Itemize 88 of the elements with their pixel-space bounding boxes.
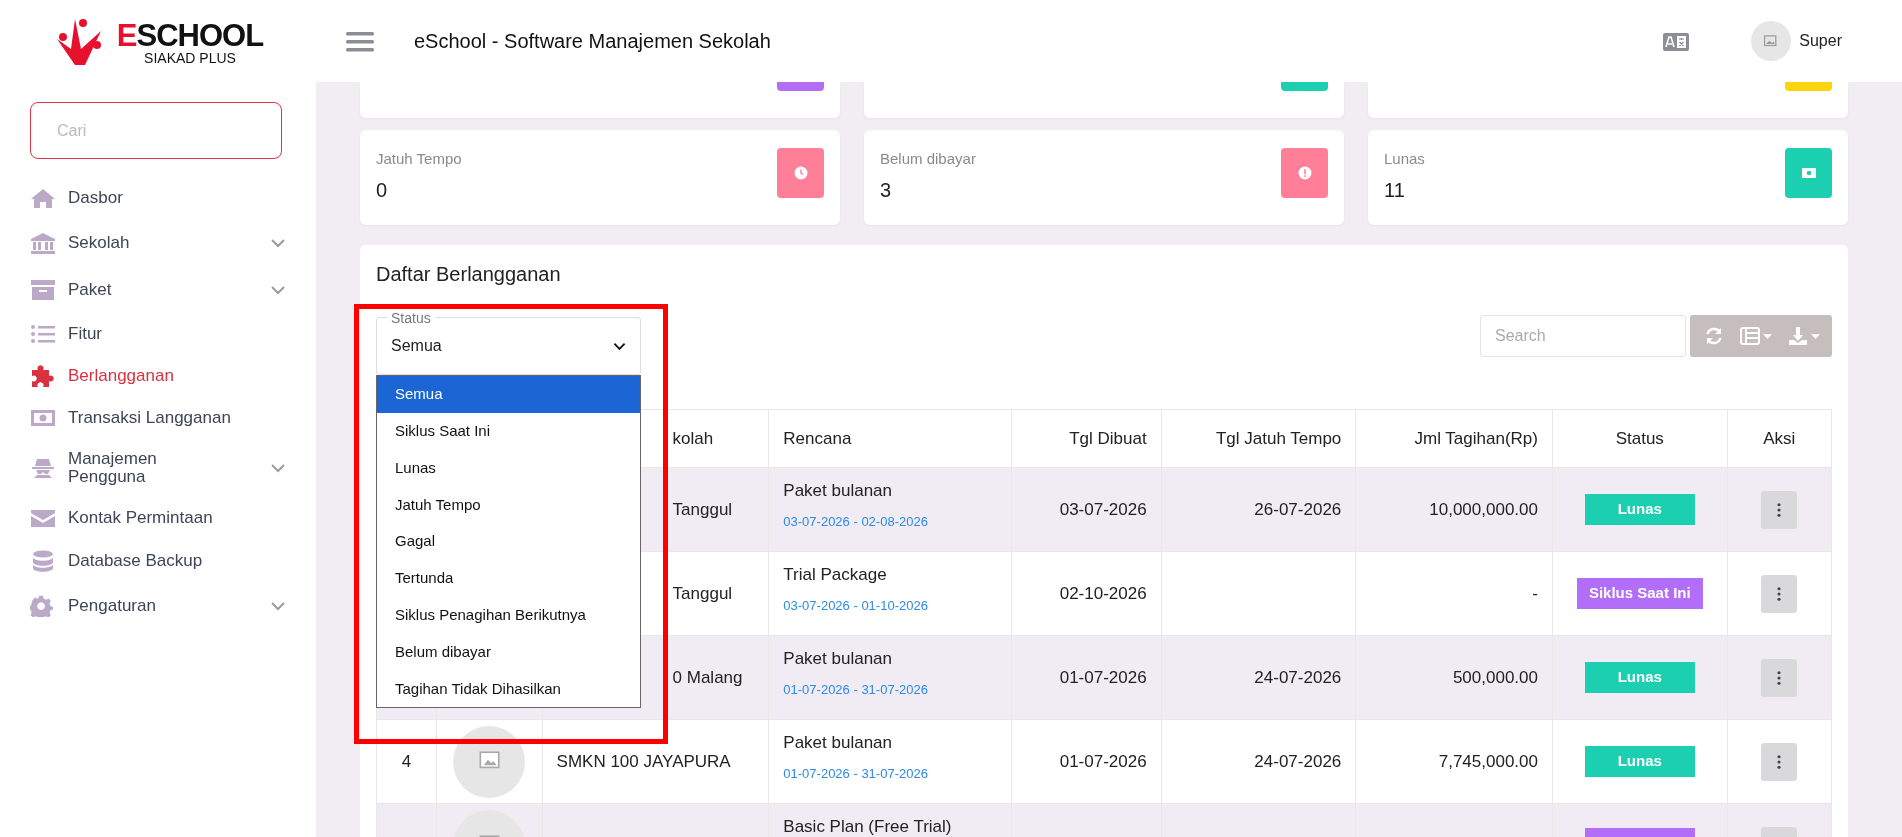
table-cell: 01-07-2026: [1011, 719, 1162, 804]
status-badge: Lunas: [1584, 662, 1695, 693]
status-badge: Siklus Saat Ini: [1576, 578, 1703, 609]
stat-value: 0: [376, 177, 389, 203]
database-icon: [30, 549, 56, 572]
sidebar-item[interactable]: Kontak Permintaan: [0, 497, 316, 538]
sidebar-item[interactable]: Dasbor: [0, 177, 316, 218]
date-range: 01-07-2026 - 31-07-2026: [783, 680, 929, 699]
puzzle-icon: [30, 365, 56, 387]
actions-button[interactable]: [1761, 490, 1798, 529]
table-cell: 26-07-2026: [1161, 467, 1356, 552]
table-cell: 4: [376, 719, 437, 804]
plan-name: Basic Plan (Free Trial): [783, 816, 953, 837]
status-badge: Lunas: [1584, 746, 1695, 777]
plan-name: Trial Package: [783, 564, 888, 586]
sidebar-item[interactable]: Pengaturan: [0, 583, 316, 628]
actions-button[interactable]: [1761, 574, 1798, 613]
gear-icon: [30, 594, 56, 617]
spy-icon: [30, 457, 56, 479]
kebab-icon: [1777, 502, 1782, 517]
sidebar-item[interactable]: Paket: [0, 267, 316, 313]
sidebar-item[interactable]: Manajemen Pengguna: [0, 439, 316, 497]
banknote-icon: [30, 407, 56, 429]
home-icon: [30, 186, 56, 209]
stat-label: Jatuh Tempo: [376, 149, 462, 169]
column-header[interactable]: Status: [1552, 409, 1728, 468]
kebab-icon: [1777, 586, 1782, 601]
table-cell: -: [1355, 551, 1553, 636]
plan-name: Paket bulanan: [783, 732, 894, 754]
actions-button[interactable]: [1761, 742, 1798, 781]
column-header[interactable]: Tgl Jatuh Tempo: [1161, 409, 1356, 468]
user-name: Super: [1799, 31, 1842, 51]
search-field[interactable]: Cari: [30, 102, 282, 159]
list-icon: [30, 323, 56, 345]
list-icon: [1740, 327, 1760, 345]
sidebar-item[interactable]: Berlangganan: [0, 355, 316, 397]
table-cell: 24-07-2026: [1161, 635, 1356, 720]
table-cell: 500,000.00: [1355, 635, 1553, 720]
plan-name: Paket bulanan: [783, 480, 894, 502]
table-cell: 01-07-2026: [1011, 635, 1162, 720]
stat-value: 3: [880, 177, 893, 203]
table-cell: 03-07-2026: [1011, 467, 1162, 552]
dropdown-option[interactable]: Semua: [377, 376, 640, 413]
table-cell: 7,745,000.00: [1355, 719, 1553, 804]
download-button[interactable]: [1780, 315, 1832, 357]
kebab-icon: [1777, 670, 1782, 685]
date-range: 03-07-2026 - 01-10-2026: [783, 596, 929, 615]
refresh-icon: [1704, 326, 1724, 346]
translate-icon: [1663, 32, 1690, 51]
kebab-icon: [1777, 754, 1782, 769]
clock-icon: [793, 166, 808, 180]
plan-name: Paket bulanan: [783, 648, 894, 670]
table-cell: SMKN 100 JAYAPURA: [542, 719, 769, 804]
column-header[interactable]: Tgl Dibuat: [1011, 409, 1162, 468]
menu-icon: [346, 30, 374, 53]
brand-tagline: SIAKAD PLUS: [144, 50, 236, 65]
chevron-down-icon: [613, 341, 626, 351]
date-range: 01-07-2026 - 31-07-2026: [783, 764, 929, 783]
sidebar-item[interactable]: Fitur: [0, 313, 316, 355]
date-range: 03-07-2026 - 02-08-2026: [783, 512, 929, 531]
stat-value: 11: [1384, 177, 1406, 203]
dropdown-option[interactable]: Siklus Penagihan Berikutnya: [377, 596, 640, 634]
table-cell: 24-07-2026: [1161, 719, 1356, 804]
section-title: Daftar Berlangganan: [376, 262, 562, 287]
actions-button[interactable]: [1761, 658, 1798, 697]
sidebar-item[interactable]: Transaksi Langganan: [0, 397, 316, 439]
column-header[interactable]: Jml Tagihan(Rp): [1355, 409, 1553, 468]
refresh-button[interactable]: [1690, 315, 1732, 357]
table-cell: 10,000,000.00: [1355, 467, 1553, 552]
bank-icon: [30, 231, 56, 254]
table-cell: 02-10-2026: [1011, 551, 1162, 636]
caret-down-icon: [1763, 333, 1772, 339]
caret-down-icon: [1811, 333, 1820, 339]
brand-name: ESCHOOL: [116, 19, 264, 51]
sidebar-item[interactable]: Database Backup: [0, 538, 316, 583]
page-title: eSchool - Software Manajemen Sekolah: [414, 29, 771, 54]
dropdown-option[interactable]: Tertunda: [377, 560, 640, 597]
column-header[interactable]: Rencana: [768, 409, 1012, 468]
banknote-icon: [1801, 166, 1816, 180]
column-header[interactable]: Aksi: [1727, 409, 1832, 468]
status-badge: Lunas: [1584, 494, 1695, 525]
menu-button[interactable]: [346, 29, 374, 53]
archive-icon: [30, 279, 56, 301]
download-icon: [1788, 326, 1808, 346]
stat-label: Lunas: [1384, 149, 1425, 169]
sidebar-item[interactable]: Sekolah: [0, 218, 316, 267]
alert-icon: [1297, 166, 1312, 180]
stat-label: Belum dibayar: [880, 149, 976, 169]
